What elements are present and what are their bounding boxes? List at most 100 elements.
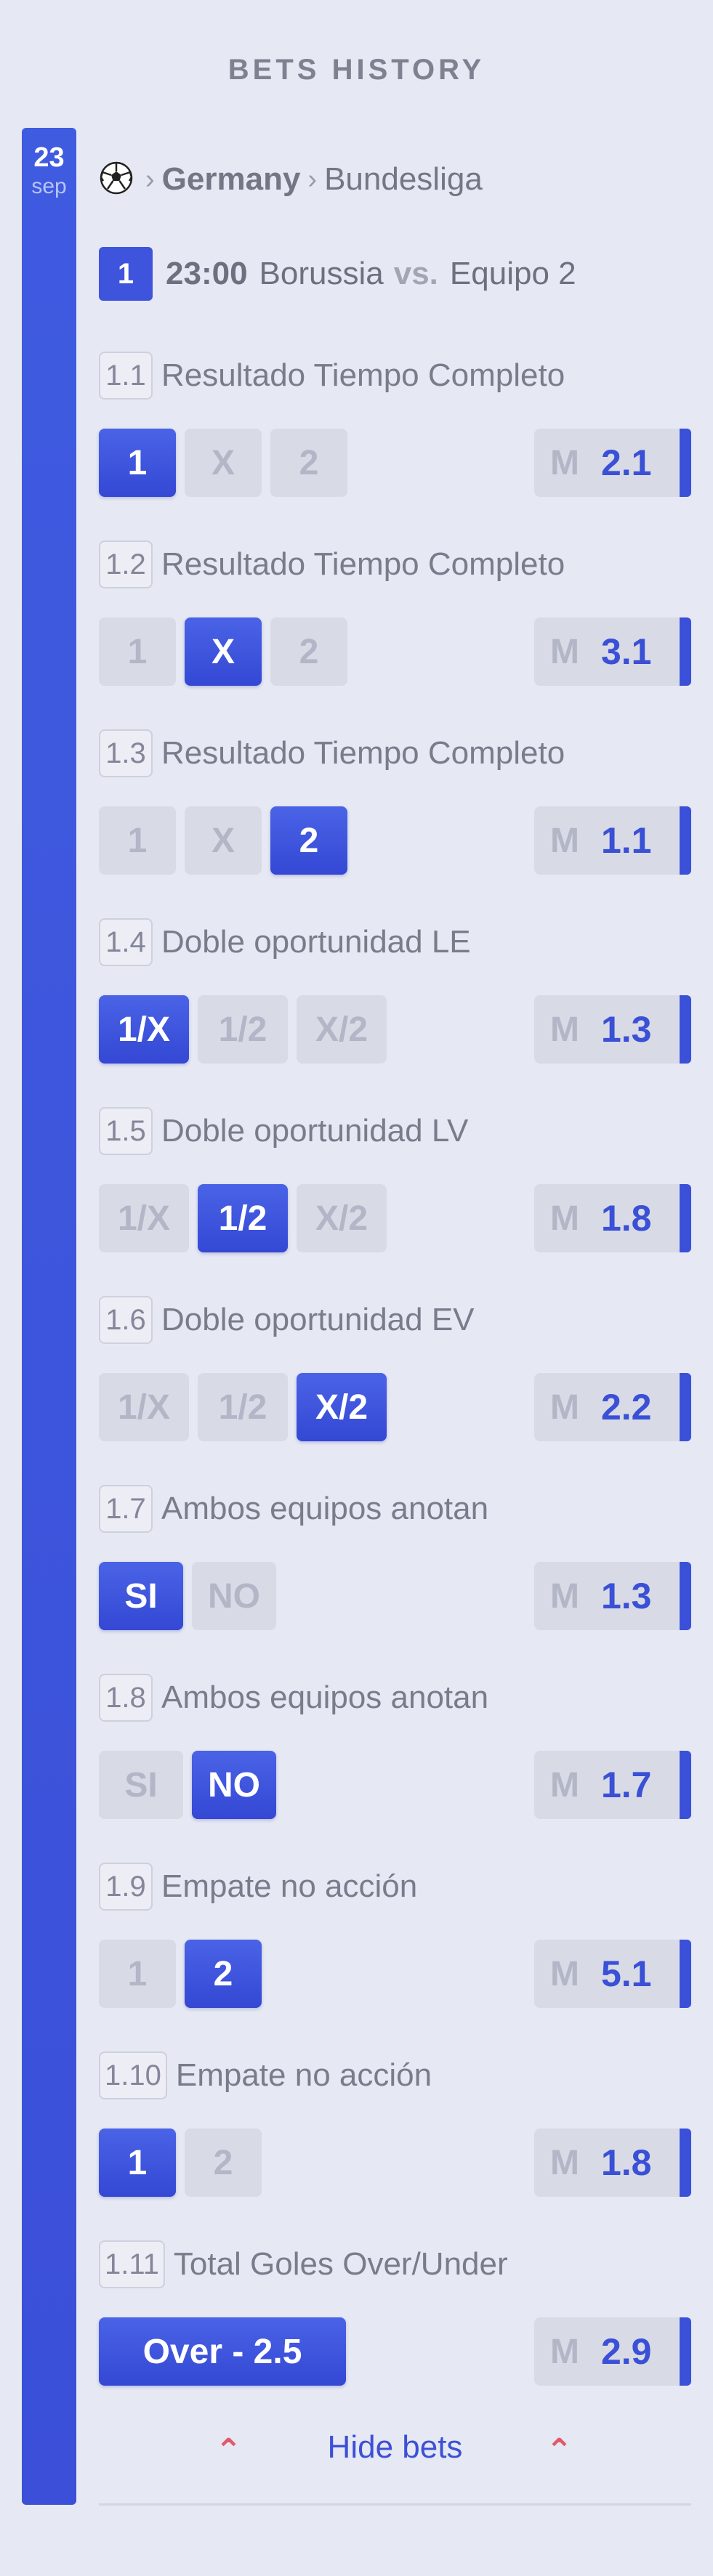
bet-option-button[interactable]: X/2 xyxy=(297,995,387,1064)
bet-header: 1.3 Resultado Tiempo Completo xyxy=(99,728,565,779)
bet-option-button[interactable]: 1 xyxy=(99,806,176,875)
bet-index-badge: 1.11 xyxy=(99,2240,165,2288)
bet-index-badge: 1.1 xyxy=(99,352,153,400)
odds-box: M 2.1 xyxy=(534,429,680,497)
odds-label: M xyxy=(550,821,579,860)
bet-item: 1.7 Ambos equipos anotan SI NO M 1.3 xyxy=(99,1483,691,1636)
odds-display: M 5.1 xyxy=(534,1940,691,2008)
bet-options: 1/X 1/2 X/2 xyxy=(99,995,395,1064)
bet-option-button[interactable]: 2 xyxy=(185,1940,262,2008)
bet-option-button[interactable]: X xyxy=(185,429,262,497)
bet-option-button[interactable]: NO xyxy=(192,1562,276,1630)
divider xyxy=(99,2503,691,2506)
vs-label: vs. xyxy=(393,256,438,291)
bet-item: 1.9 Empate no acción 1 2 M 5.1 xyxy=(99,1861,691,2014)
odds-value: 1.3 xyxy=(600,1009,652,1050)
odds-value: 2.1 xyxy=(600,442,652,483)
bet-option-button[interactable]: 1/X xyxy=(99,1373,189,1441)
footer: ⌃ Hide bets ⌃ xyxy=(99,2423,691,2482)
bet-option-button[interactable]: NO xyxy=(192,1751,276,1819)
odds-display: M 2.9 xyxy=(534,2317,691,2386)
bet-header: 1.4 Doble oportunidad LE xyxy=(99,917,471,968)
bet-market-name: Total Goles Over/Under xyxy=(173,2246,508,2282)
bet-option-button[interactable]: SI xyxy=(99,1751,183,1819)
bet-index-badge: 1.3 xyxy=(99,729,153,777)
bet-index-badge: 1.9 xyxy=(99,1863,153,1911)
bet-market-name: Empate no acción xyxy=(161,1868,418,1904)
odds-value: 1.1 xyxy=(600,820,652,861)
odds-value: 1.3 xyxy=(600,1576,652,1616)
odds-label: M xyxy=(550,1010,579,1049)
bet-option-button[interactable]: 1/2 xyxy=(198,1373,288,1441)
bet-item: 1.4 Doble oportunidad LE 1/X 1/2 X/2 M 1.3 xyxy=(99,917,691,1069)
bet-market-name: Resultado Tiempo Completo xyxy=(161,357,565,393)
match-number-badge: 1 xyxy=(99,247,153,301)
bet-header: 1.5 Doble oportunidad LV xyxy=(99,1106,468,1157)
bet-index-badge: 1.10 xyxy=(99,2052,167,2099)
odds-label: M xyxy=(550,2332,579,2371)
match-row: 1 23:00 Borussia vs. Equipo 2 xyxy=(99,247,576,301)
odds-accent-strip xyxy=(680,1751,691,1819)
breadcrumb-country[interactable]: Germany xyxy=(162,161,301,198)
bet-option-button[interactable]: 1 xyxy=(99,1940,176,2008)
bet-option-button[interactable]: 1 xyxy=(99,617,176,686)
odds-box: M 1.7 xyxy=(534,1751,680,1819)
odds-accent-strip xyxy=(680,2317,691,2386)
odds-label: M xyxy=(550,1765,579,1805)
bet-option-button[interactable]: 2 xyxy=(270,806,347,875)
bet-option-button[interactable]: 2 xyxy=(270,617,347,686)
bet-option-button[interactable]: X xyxy=(185,806,262,875)
bet-option-button[interactable]: X/2 xyxy=(297,1184,387,1252)
bet-item: 1.1 Resultado Tiempo Completo 1 X 2 M 2.1 xyxy=(99,350,691,503)
match-time: 23:00 xyxy=(166,256,248,291)
page-title: BETS HISTORY xyxy=(227,54,486,86)
odds-label: M xyxy=(550,632,579,671)
bet-option-button[interactable]: 1/2 xyxy=(198,1184,288,1252)
bet-option-button[interactable]: 1 xyxy=(99,2129,176,2197)
bet-item: 1.5 Doble oportunidad LV 1/X 1/2 X/2 M 1.8 xyxy=(99,1106,691,1258)
date-month: sep xyxy=(31,174,67,198)
bet-market-name: Doble oportunidad LV xyxy=(161,1113,469,1149)
bet-option-button[interactable]: 1 xyxy=(99,429,176,497)
odds-value: 2.9 xyxy=(600,2331,652,2372)
bet-option-button[interactable]: 1/X xyxy=(99,1184,189,1252)
bet-item: 1.2 Resultado Tiempo Completo 1 X 2 M 3.1 xyxy=(99,539,691,692)
bet-header: 1.7 Ambos equipos anotan xyxy=(99,1483,488,1534)
date-bar: 23 sep xyxy=(22,128,76,2505)
odds-label: M xyxy=(550,1388,579,1427)
odds-accent-strip xyxy=(680,429,691,497)
odds-accent-strip xyxy=(680,2129,691,2197)
hide-bets-link[interactable]: Hide bets xyxy=(99,2429,691,2466)
odds-value: 2.2 xyxy=(600,1387,652,1427)
bet-item: 1.8 Ambos equipos anotan SI NO M 1.7 xyxy=(99,1672,691,1825)
bet-option-button[interactable]: X/2 xyxy=(297,1373,387,1441)
odds-box: M 1.3 xyxy=(534,1562,680,1630)
odds-display: M 2.2 xyxy=(534,1373,691,1441)
odds-display: M 1.8 xyxy=(534,2129,691,2197)
odds-box: M 1.8 xyxy=(534,2129,680,2197)
bet-header: 1.11 Total Goles Over/Under xyxy=(99,2239,508,2290)
bet-market-name: Resultado Tiempo Completo xyxy=(161,735,565,771)
odds-box: M 5.1 xyxy=(534,1940,680,2008)
bet-option-button[interactable]: 1/X xyxy=(99,995,189,1064)
bet-header: 1.2 Resultado Tiempo Completo xyxy=(99,539,565,590)
bet-header: 1.10 Empate no acción xyxy=(99,2050,432,2101)
odds-box: M 3.1 xyxy=(534,617,680,686)
bets-history-page: BETS HISTORY 23 sep › Germany › Bundesli… xyxy=(0,0,713,2576)
bet-options: 1X2 xyxy=(99,429,356,497)
bet-index-badge: 1.5 xyxy=(99,1107,153,1155)
bet-item: 1.6 Doble oportunidad EV 1/X 1/2 X/2 M 2.2 xyxy=(99,1295,691,1447)
bet-option-button[interactable]: 2 xyxy=(185,2129,262,2197)
away-team: Equipo 2 xyxy=(449,256,576,291)
bet-header: 1.8 Ambos equipos anotan xyxy=(99,1672,488,1723)
bet-option-button[interactable]: 2 xyxy=(270,429,347,497)
caret-up-icon[interactable]: ⌃ xyxy=(546,2432,573,2469)
bet-option-button[interactable]: SI xyxy=(99,1562,183,1630)
bet-option-button[interactable]: Over - 2.5 xyxy=(99,2317,346,2386)
bet-option-button[interactable]: X xyxy=(185,617,262,686)
odds-display: M 1.1 xyxy=(534,806,691,875)
breadcrumb-league[interactable]: Bundesliga xyxy=(324,161,483,198)
odds-value: 3.1 xyxy=(600,631,652,672)
odds-accent-strip xyxy=(680,617,691,686)
bet-option-button[interactable]: 1/2 xyxy=(198,995,288,1064)
